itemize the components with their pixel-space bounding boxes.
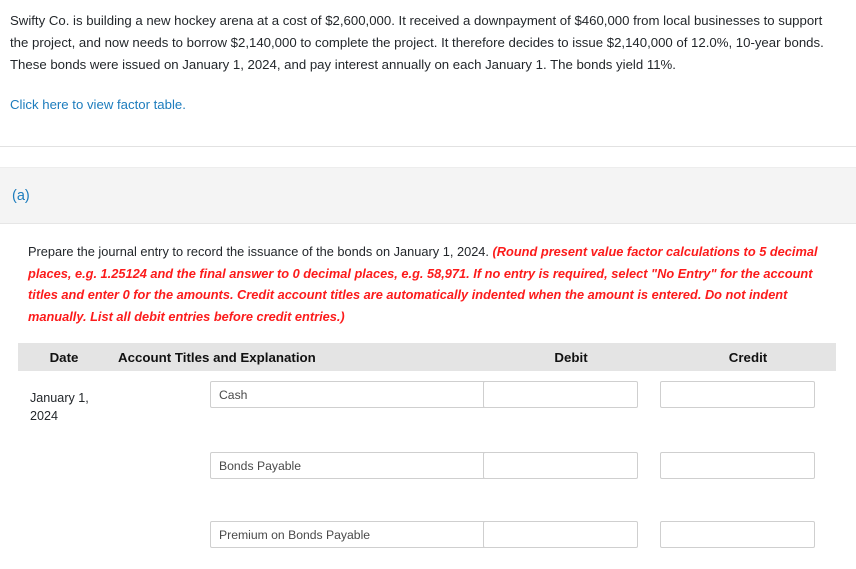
cell-account — [110, 381, 555, 408]
credit-amount-input[interactable] — [660, 452, 815, 479]
problem-statement-block: Swifty Co. is building a new hockey aren… — [0, 0, 856, 115]
part-a-instructions: Prepare the journal entry to record the … — [28, 241, 828, 327]
part-a-band: (a) — [0, 167, 856, 224]
factor-table-link[interactable]: Click here to view factor table. — [10, 95, 186, 115]
journal-entry-table: Date Account Titles and Explanation Debi… — [18, 343, 836, 569]
column-header-credit: Credit — [728, 349, 768, 365]
part-a-label: (a) — [12, 188, 30, 204]
cell-debit — [482, 381, 660, 408]
problem-statement-text: Swifty Co. is building a new hockey aren… — [10, 13, 824, 72]
table-row: January 1, 2024 — [18, 381, 836, 429]
cell-debit — [482, 452, 660, 479]
cell-date — [18, 452, 110, 460]
journal-table-header-row: Date Account Titles and Explanation Debi… — [18, 343, 836, 371]
cell-date: January 1, 2024 — [30, 391, 89, 423]
table-row — [18, 521, 836, 569]
cell-credit — [660, 381, 836, 408]
table-row — [18, 452, 836, 500]
column-header-debit: Debit — [554, 349, 588, 365]
credit-amount-input[interactable] — [660, 381, 815, 408]
instruction-plain-text: Prepare the journal entry to record the … — [28, 244, 493, 259]
column-header-account: Account Titles and Explanation — [118, 349, 316, 365]
debit-amount-input[interactable] — [483, 381, 638, 408]
debit-amount-input[interactable] — [483, 452, 638, 479]
section-divider — [0, 146, 856, 147]
cell-credit — [660, 452, 836, 479]
cell-account — [110, 452, 555, 479]
column-header-date: Date — [49, 349, 79, 365]
cell-date — [18, 521, 110, 529]
